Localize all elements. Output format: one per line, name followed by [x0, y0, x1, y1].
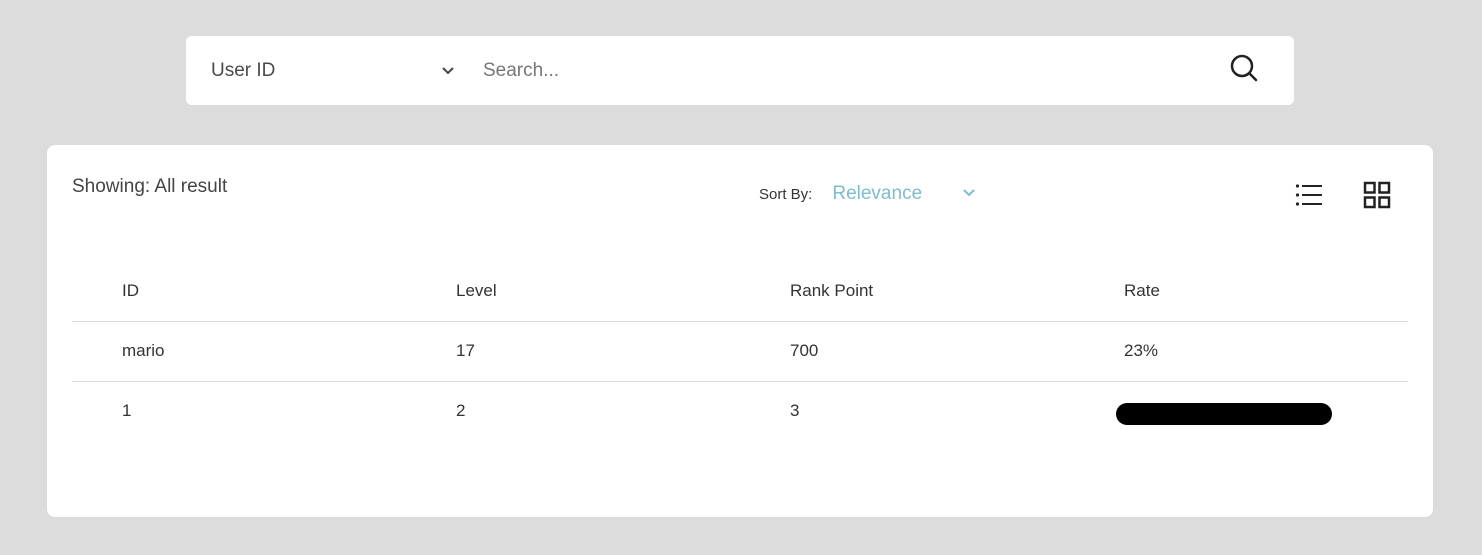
cell-level: 17 [456, 341, 475, 360]
search-filter-select[interactable]: User ID [186, 36, 471, 105]
cell-rank-point: 700 [790, 341, 819, 360]
table-row[interactable]: 1 2 3 [72, 381, 1408, 441]
column-header-level: Level [456, 280, 497, 300]
search-input[interactable] [471, 36, 1220, 105]
table-row[interactable]: mario 17 700 23% [72, 321, 1408, 381]
cell-rate: 23% [1124, 341, 1159, 360]
sort-value: Relevance [832, 183, 923, 204]
grid-view-icon [1363, 181, 1391, 214]
column-header-id: ID [122, 280, 139, 300]
cell-level: 2 [456, 401, 466, 421]
list-view-button[interactable] [1293, 181, 1325, 213]
column-header-rate: Rate [1124, 280, 1160, 300]
search-bar: User ID [186, 36, 1294, 105]
column-header-rank-point: Rank Point [790, 280, 874, 300]
results-table: ID Level Rank Point Rate mario 17 700 23… [72, 261, 1408, 441]
cell-rate-redacted [1074, 381, 1408, 441]
list-view-icon [1295, 183, 1323, 212]
cell-id: 1 [122, 401, 132, 421]
sort-control: Sort By: Relevance [759, 183, 976, 205]
sort-select[interactable]: Relevance [832, 183, 976, 205]
chevron-down-icon [441, 60, 455, 82]
redaction-bar [1116, 403, 1332, 426]
table-header-row: ID Level Rank Point Rate [72, 261, 1408, 321]
cell-rank-point: 3 [790, 401, 800, 421]
results-count-label: Showing: All result [72, 176, 228, 197]
search-button[interactable] [1220, 47, 1268, 95]
search-icon [1229, 53, 1259, 88]
results-panel: Showing: All result Sort By: Relevance I… [47, 145, 1433, 517]
grid-view-button[interactable] [1361, 181, 1393, 213]
sort-label: Sort By: [759, 185, 813, 203]
chevron-down-icon [962, 185, 976, 203]
search-filter-value: User ID [211, 59, 276, 81]
cell-id: mario [122, 341, 165, 360]
